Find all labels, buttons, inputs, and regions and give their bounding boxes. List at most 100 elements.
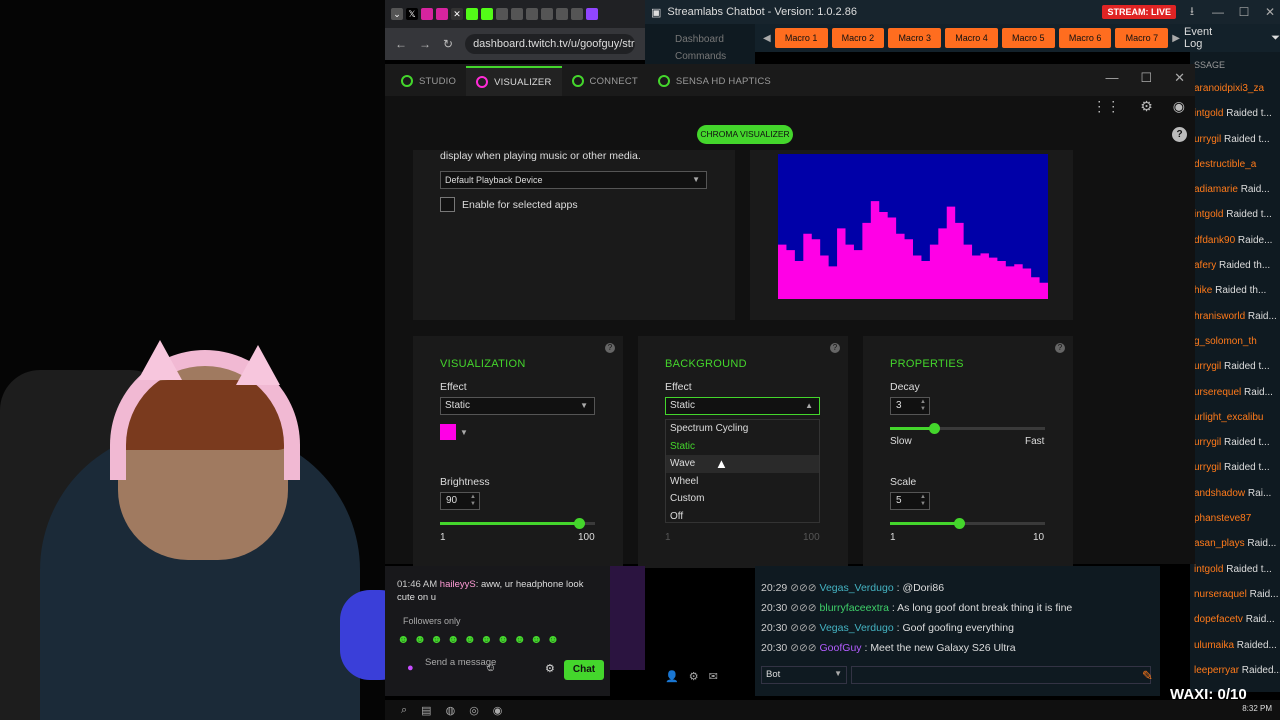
taskbar-app-icon[interactable]: ◉ <box>493 704 503 717</box>
forward-icon[interactable]: → <box>419 37 431 51</box>
event-row[interactable]: dopefacetv Raid... <box>1190 607 1280 632</box>
maximize-icon[interactable]: ☐ <box>1140 70 1152 86</box>
emote-row[interactable]: ☻☻☻☻☻☻☻☻☻☻ <box>397 632 563 646</box>
option-wave[interactable]: Wave <box>666 455 819 473</box>
tab-visualizer[interactable]: VISUALIZER <box>466 66 562 96</box>
event-row[interactable]: dfdank90 Raide... <box>1190 228 1280 253</box>
minimize-icon[interactable]: — <box>1208 5 1228 19</box>
gear-icon[interactable]: ⚙ <box>1140 98 1153 115</box>
option-static[interactable]: Static <box>666 438 819 456</box>
slider-handle[interactable] <box>954 518 965 529</box>
account-icon[interactable]: ◉ <box>1173 98 1185 115</box>
tab-studio[interactable]: STUDIO <box>391 66 466 96</box>
close-icon[interactable]: ✕ <box>1260 5 1280 19</box>
chat-user[interactable]: Vegas_Verdugo <box>820 582 894 594</box>
event-row[interactable]: asan_plays Raid... <box>1190 531 1280 556</box>
filter-icon[interactable]: ⏷ <box>1271 32 1280 45</box>
event-row[interactable]: urrygil Raided t... <box>1190 354 1280 379</box>
macro-3-button[interactable]: Macro 3 <box>888 28 942 48</box>
search-icon[interactable]: ⌕ <box>401 704 407 717</box>
event-row[interactable]: intgold Raided t... <box>1190 202 1280 227</box>
slider-handle[interactable] <box>929 423 940 434</box>
enable-selected-apps-checkbox[interactable] <box>440 197 455 212</box>
event-row[interactable]: intgold Raided t... <box>1190 557 1280 582</box>
slider-handle[interactable] <box>574 518 585 529</box>
emoji-icon[interactable]: ☺ <box>485 662 496 674</box>
maximize-icon[interactable]: ☐ <box>1234 5 1254 19</box>
macro-6-button[interactable]: Macro 6 <box>1058 28 1112 48</box>
gear-icon[interactable]: ⚙ <box>689 670 699 683</box>
reload-icon[interactable]: ↻ <box>443 37 453 51</box>
gear-icon[interactable]: ⚙ <box>545 662 555 675</box>
event-row[interactable]: hike Raided th... <box>1190 278 1280 303</box>
streamlabs-chat-input[interactable] <box>851 666 1151 684</box>
chevron-left-icon[interactable]: ◀ <box>763 33 771 44</box>
event-row[interactable]: urrygil Raided t... <box>1190 455 1280 480</box>
chat-user[interactable]: GoofGuy <box>820 642 862 654</box>
instagram-icon[interactable] <box>421 8 433 20</box>
apps-grid-icon[interactable]: ⋮⋮ <box>1092 98 1120 115</box>
spinner-icon[interactable]: ▲ ▼ <box>470 494 476 508</box>
macro-4-button[interactable]: Macro 4 <box>945 28 998 48</box>
bot-account-select[interactable]: Bot ▼ <box>761 666 847 684</box>
help-icon[interactable]: ? <box>830 343 840 353</box>
event-row[interactable]: phansteve87 <box>1190 506 1280 531</box>
spinner-icon[interactable]: ▲ ▼ <box>920 494 926 508</box>
download-icon[interactable]: ⭳ <box>1182 2 1202 23</box>
event-row[interactable]: nurseraquel Raid... <box>1190 582 1280 607</box>
event-row[interactable]: urrygil Raided t... <box>1190 127 1280 152</box>
option-spectrum-cycling[interactable]: Spectrum Cycling <box>666 420 819 438</box>
brightness-input[interactable]: 90 ▲ ▼ <box>440 492 480 510</box>
event-row[interactable]: destructible_a <box>1190 152 1280 177</box>
color-picker[interactable]: ▼ <box>440 424 468 440</box>
nav-commands[interactable]: Commands <box>675 51 755 62</box>
event-row[interactable]: hranisworld Raid... <box>1190 304 1280 329</box>
chat-user[interactable]: blurryfaceextra <box>820 602 889 614</box>
event-row[interactable]: adiamarie Raid... <box>1190 177 1280 202</box>
instagram-icon[interactable] <box>436 8 448 20</box>
help-icon[interactable]: ? <box>605 343 615 353</box>
microphone-icon[interactable]: ● <box>407 662 414 674</box>
macro-1-button[interactable]: Macro 1 <box>774 28 828 48</box>
nav-dashboard[interactable]: Dashboard <box>675 34 755 45</box>
decay-slider[interactable] <box>890 423 1045 434</box>
event-row[interactable]: urlight_excalibu <box>1190 405 1280 430</box>
close-icon[interactable]: ✕ <box>451 8 463 20</box>
minimize-icon[interactable]: — <box>1105 70 1118 86</box>
visualization-effect-select[interactable]: Static ▼ <box>440 397 595 415</box>
playback-device-select[interactable]: Default Playback Device ▼ <box>440 171 707 189</box>
tab-sensa-hd-haptics[interactable]: SENSA HD HAPTICS <box>648 66 781 96</box>
macro-2-button[interactable]: Macro 2 <box>831 28 885 48</box>
event-row[interactable]: aranoidpixi3_za <box>1190 76 1280 101</box>
tab-icon[interactable] <box>511 8 523 20</box>
twitch-icon[interactable] <box>586 8 598 20</box>
user-icon[interactable]: 👤 <box>665 670 679 683</box>
event-row[interactable]: andshadow Rai... <box>1190 481 1280 506</box>
event-row[interactable]: leeperryar Raided... <box>1190 658 1280 683</box>
decay-input[interactable]: 3 ▲ ▼ <box>890 397 930 415</box>
event-row[interactable]: afery Raided th... <box>1190 253 1280 278</box>
macro-7-button[interactable]: Macro 7 <box>1115 28 1169 48</box>
tab-icon[interactable] <box>541 8 553 20</box>
tab-icon[interactable] <box>556 8 568 20</box>
url-field[interactable]: dashboard.twitch.tv/u/goofguy/stre <box>465 34 636 54</box>
event-row[interactable]: urserequel Raid... <box>1190 380 1280 405</box>
chat-input[interactable]: Send a message <box>425 658 515 678</box>
tab-icon[interactable] <box>571 8 583 20</box>
chroma-visualizer-button[interactable]: CHROMA VISUALIZER <box>697 125 793 144</box>
help-icon[interactable]: ? <box>1172 127 1187 142</box>
spinner-icon[interactable]: ▲ ▼ <box>920 399 926 413</box>
option-off[interactable]: Off <box>666 508 819 526</box>
option-wheel[interactable]: Wheel <box>666 473 819 491</box>
event-row[interactable]: urrygil Raided t... <box>1190 430 1280 455</box>
event-row[interactable]: g_solomon_th <box>1190 329 1280 354</box>
scale-input[interactable]: 5 ▲ ▼ <box>890 492 930 510</box>
chevron-down-icon[interactable]: ⌄ <box>391 8 403 20</box>
scale-slider[interactable] <box>890 518 1045 529</box>
background-effect-select[interactable]: Static ▲ <box>665 397 820 415</box>
chat-user[interactable]: Vegas_Verdugo <box>820 622 894 634</box>
taskbar-app-icon[interactable]: ▤ <box>421 704 431 717</box>
tab-connect[interactable]: CONNECT <box>562 66 648 96</box>
help-icon[interactable]: ? <box>1055 343 1065 353</box>
macro-5-button[interactable]: Macro 5 <box>1001 28 1055 48</box>
